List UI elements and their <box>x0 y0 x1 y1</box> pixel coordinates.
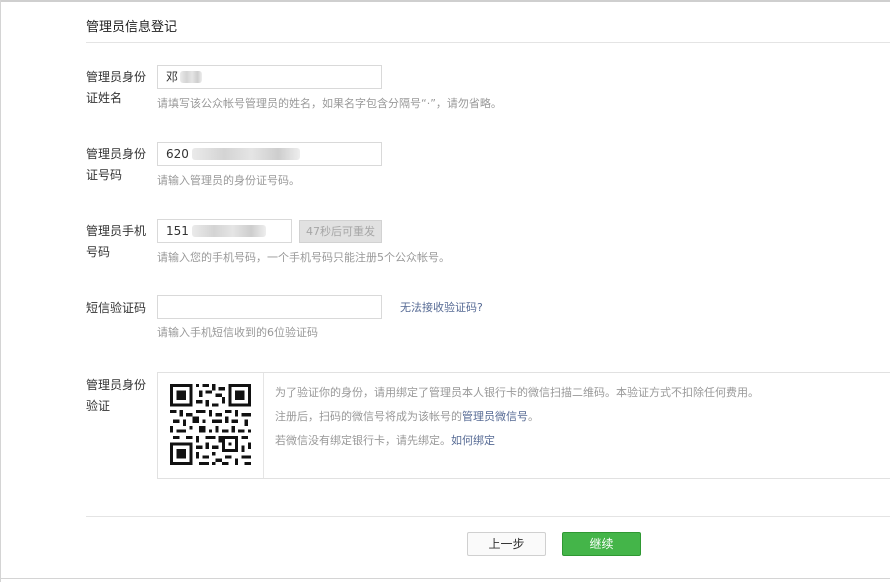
how-to-bind-link[interactable]: 如何绑定 <box>451 434 495 447</box>
phone-hint: 请输入您的手机号码，一个手机号码只能注册5个公众帐号。 <box>157 251 450 264</box>
name-label: 管理员身份 证姓名 <box>86 70 147 105</box>
redacted-mask <box>180 71 202 83</box>
identity-verify-label: 管理员身份 验证 <box>86 378 147 413</box>
sms-code-input[interactable] <box>157 295 382 319</box>
name-value: 邓 <box>166 70 179 84</box>
sms-code-hint: 请输入手机短信收到的6位验证码 <box>157 326 318 339</box>
panel-divider <box>263 373 264 478</box>
sms-code-label: 短信验证码 <box>86 301 147 315</box>
qr-code-icon <box>170 384 251 465</box>
verify-instruction-3-prefix: 若微信没有绑定银行卡，请先绑定。 <box>275 434 451 447</box>
title-divider <box>86 42 890 43</box>
cannot-receive-code-link[interactable]: 无法接收验证码? <box>400 299 483 315</box>
footer-divider <box>86 516 890 517</box>
admin-wechat-label: 管理员微信号 <box>462 410 528 423</box>
top-border <box>0 0 890 2</box>
verify-instruction-3: 若微信没有绑定银行卡，请先绑定。如何绑定 <box>275 432 495 448</box>
verify-instruction-2: 注册后，扫码的微信号将成为该帐号的管理员微信号。 <box>275 408 539 424</box>
verify-instruction-2-suffix: 。 <box>528 410 539 423</box>
prev-step-button[interactable]: 上一步 <box>467 532 546 556</box>
id-number-value: 620 <box>166 147 189 161</box>
redacted-mask <box>192 225 266 237</box>
phone-input[interactable]: 151 <box>157 219 292 243</box>
verify-instruction-1: 为了验证你的身份，请用绑定了管理员本人银行卡的微信扫描二维码。本验证方式不扣除任… <box>275 386 759 399</box>
phone-value: 151 <box>166 224 189 238</box>
section-title: 管理员信息登记 <box>86 20 178 35</box>
name-input[interactable]: 邓 <box>157 65 382 89</box>
name-hint: 请填写该公众帐号管理员的姓名，如果名字包含分隔号“·”，请勿省略。 <box>157 97 502 110</box>
resend-code-button[interactable]: 47秒后可重发 <box>299 220 382 243</box>
phone-label: 管理员手机 号码 <box>86 224 147 259</box>
left-border <box>0 0 1 582</box>
bottom-border <box>0 578 890 579</box>
id-number-input[interactable]: 620 <box>157 142 382 166</box>
verify-instruction-2-prefix: 注册后，扫码的微信号将成为该帐号的 <box>275 410 462 423</box>
id-number-hint: 请输入管理员的身份证号码。 <box>157 174 300 187</box>
redacted-mask <box>192 148 300 160</box>
continue-button[interactable]: 继续 <box>562 532 641 556</box>
id-number-label: 管理员身份 证号码 <box>86 147 147 182</box>
